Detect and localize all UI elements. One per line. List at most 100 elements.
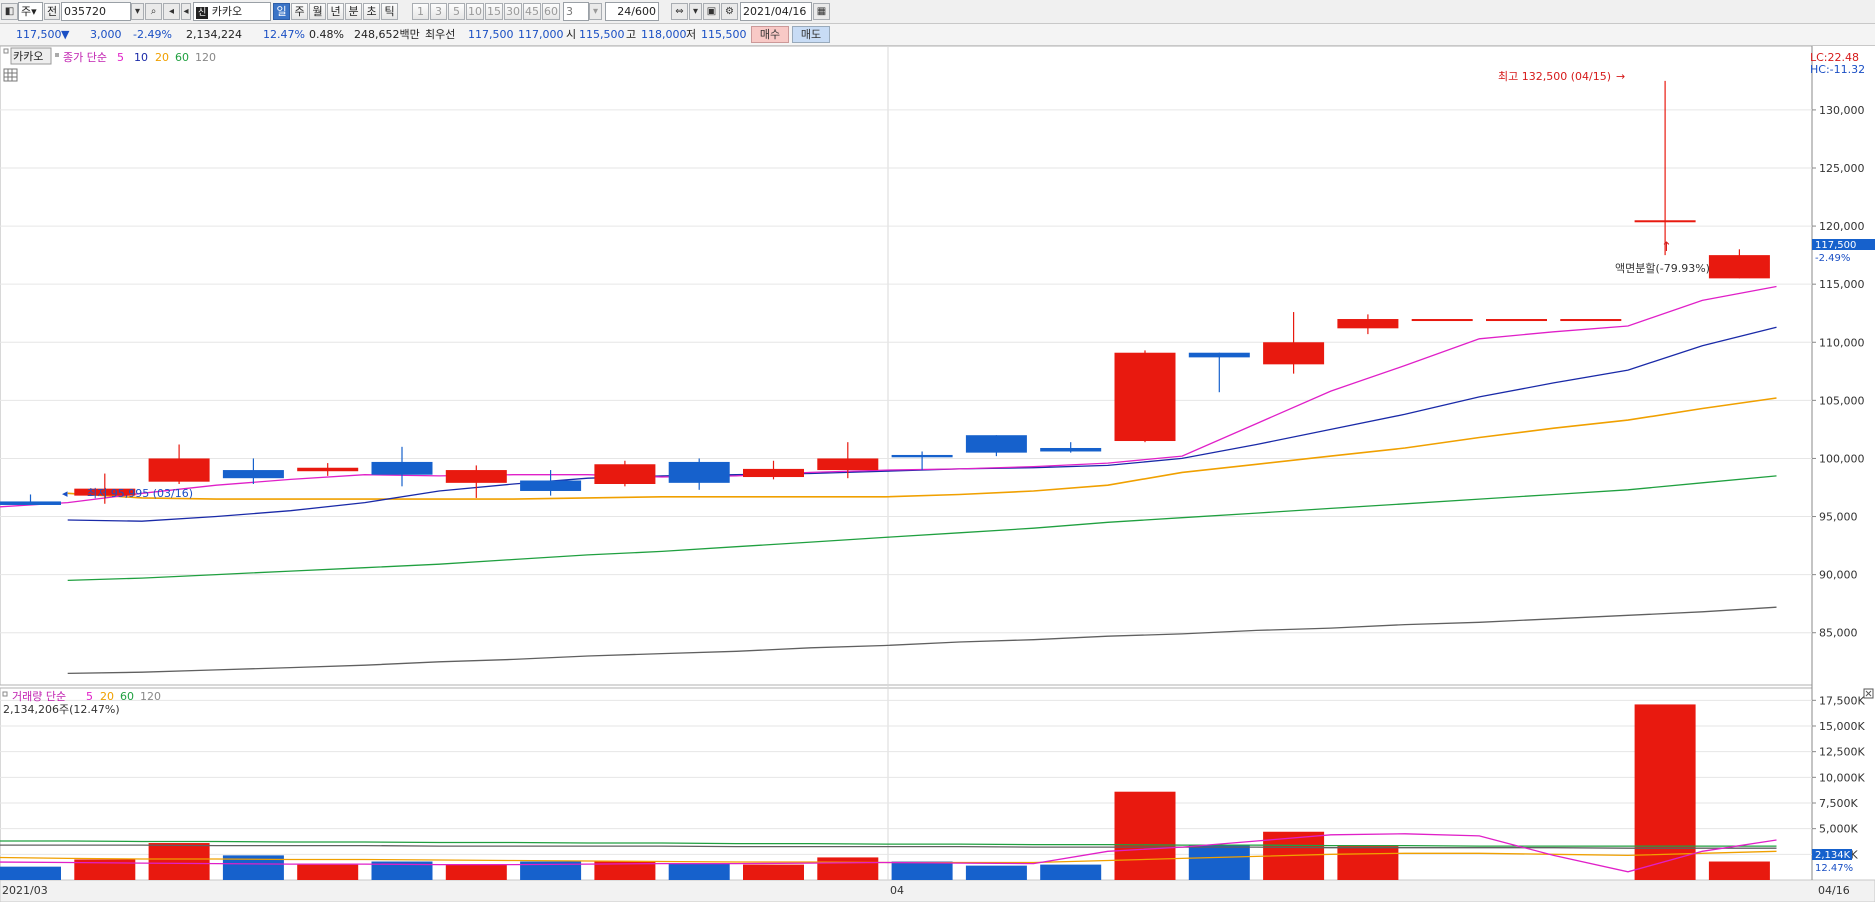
candle-up [1486,319,1547,322]
volume-tick-label: 17,500K [1819,694,1865,707]
price-tick-label: 125,000 [1819,162,1865,175]
volume-info: 2,134,206주(12.47%) [3,703,120,716]
speaker-icon[interactable]: ◂ [163,3,180,20]
price-volume-chart[interactable]: 85,000 90,000 95,000 100,000 105,000 110,000 1… [0,46,1875,902]
quote-bar: 117,500 ▼ 3,000 -2.49% 2,134,224 12.47% … [0,24,1875,46]
interval-3[interactable]: 3 [430,3,447,20]
legend-ma120: 120 [195,51,216,64]
interval-input[interactable]: 3 [563,2,589,21]
split-annotation: 액면분할(-79.93%) [1615,262,1710,275]
price-tick-label: 95,000 [1819,511,1858,524]
interval-dropdown-icon[interactable]: ▾ [589,3,602,20]
code-dropdown-icon[interactable]: ▾ [131,3,144,20]
candle-down [668,461,730,483]
x-label-mid: 04 [890,884,904,897]
gear-icon[interactable]: ⚙ [721,3,738,20]
count-field[interactable]: 24/600 [605,2,659,21]
best-bid-value: 117,000 [518,28,564,41]
volume-bar [1114,791,1176,880]
name-field[interactable]: 신 카카오 [193,2,271,21]
market-select[interactable]: 주▾ [18,2,43,21]
volume-tick-label: 10,000K [1819,771,1865,784]
tab-minute[interactable]: 분 [345,3,362,20]
volume-tick-label: 15,000K [1819,720,1865,733]
volume-bar [965,865,1027,880]
code-input[interactable]: 035720 [61,2,131,21]
price-tick-label: 110,000 [1819,336,1865,349]
volume-tick-label: 12,500K [1819,746,1865,759]
buy-button[interactable]: 매수 [751,26,789,43]
prev-button[interactable]: 전 [44,3,60,20]
change-pct: -2.49% [133,28,172,41]
layout-icon[interactable]: ◧ [1,3,18,20]
tab-month[interactable]: 월 [309,3,326,20]
interval-45[interactable]: 45 [523,3,541,20]
volume-bar [668,863,730,880]
sell-button[interactable]: 매도 [792,26,830,43]
interval-15[interactable]: 15 [485,3,503,20]
search-icon[interactable]: ⌕ [145,3,162,20]
x-label-start: 2021/03 [2,884,48,897]
prev-stock-icon[interactable]: ◂ [181,3,191,20]
tab-tick[interactable]: 틱 [381,3,398,20]
calendar-icon[interactable]: ▦ [813,3,830,20]
save-icon[interactable]: ▣ [703,3,720,20]
candle-up [445,470,507,483]
volume-bar [445,864,507,880]
candle-down [1040,447,1102,452]
interval-1[interactable]: 1 [412,3,429,20]
candle-down [520,480,582,491]
turnover-pct: 12.47% [263,28,305,41]
tab-second[interactable]: 초 [363,3,380,20]
best-ask-value: 117,500 [468,28,514,41]
open-label: 시 [566,28,577,41]
toolbar-top: ◧ 주▾ 전 035720 ▾ ⌕ ◂ ◂ 신 카카오 일 주 월 년 분 초 … [0,0,1875,24]
high-label: 고 [626,28,637,41]
table-icon[interactable] [3,68,18,82]
split-arrow-icon: ↑ [1661,240,1672,255]
price-tag-value: 117,500 [1815,240,1856,251]
candle-down [371,461,433,475]
low-value: 115,500 [701,28,747,41]
tab-week[interactable]: 주 [291,3,308,20]
amount-value: 248,652백만 [354,28,420,41]
vlegend-ma20: 20 [100,690,114,703]
legend-ma5: 5 [117,51,124,64]
right-arrow-icon: → [1616,70,1625,83]
hc-value: HC:-11.32 [1810,63,1865,76]
candle-up [148,458,210,482]
price-tick-label: 85,000 [1819,627,1858,640]
code-value: 035720 [64,5,106,18]
candle-down [891,454,953,458]
price-tick-label: 130,000 [1819,104,1865,117]
interval-value: 3 [566,5,573,18]
candle-up [1560,319,1622,322]
x-axis-bar [0,879,1875,902]
candle-up [1708,255,1770,279]
menu-dropdown-icon[interactable]: ▾ [689,3,702,20]
price-legend-name: 카카오 [13,50,43,63]
volume-bar [817,857,879,880]
price-tick-label: 115,000 [1819,278,1865,291]
candle-up [1263,342,1325,365]
interval-10[interactable]: 10 [466,3,484,20]
date-input[interactable]: 2021/04/16 [740,2,812,21]
volume-axis: 2,500K5,000K7,500K10,000K12,500K15,000K1… [1812,694,1865,861]
volume-bar [1708,861,1770,880]
interval-60[interactable]: 60 [542,3,560,20]
volume-bar [297,864,359,880]
tab-day[interactable]: 일 [273,3,290,20]
candle-up [297,467,359,472]
interval-30[interactable]: 30 [504,3,522,20]
interval-5[interactable]: 5 [448,3,465,20]
zoom-icon[interactable]: ⇔ [671,3,688,20]
price-axis: 85,000 90,000 95,000 100,000 105,000 110,000 1… [1812,104,1865,640]
tab-year[interactable]: 년 [327,3,344,20]
pct2-value: 0.48% [309,28,344,41]
volume-value: 2,134,224 [186,28,242,41]
best-bid-label: 최우선 [425,28,456,41]
count-total: /600 [631,5,656,18]
count-value: 24 [617,5,632,18]
volume-bar [743,864,804,880]
volume-tick-label: 5,000K [1819,823,1858,836]
